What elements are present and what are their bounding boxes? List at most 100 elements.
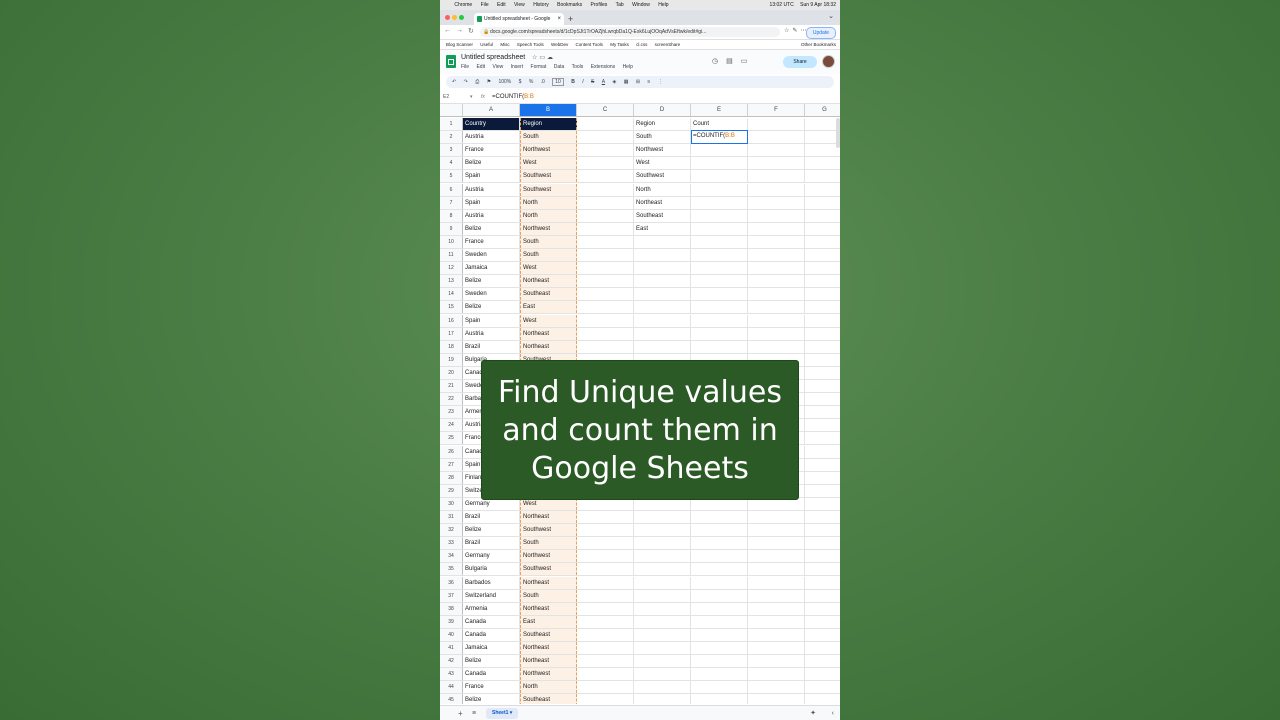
row-header[interactable]: 24 [440, 419, 463, 432]
cell-b[interactable]: South [520, 249, 577, 262]
cell-b[interactable]: Northwest [520, 222, 577, 235]
cell-e[interactable] [691, 262, 748, 275]
all-sheets-icon[interactable]: ≡ [472, 706, 476, 720]
column-header-e[interactable]: E [691, 104, 748, 116]
cell-e[interactable] [691, 183, 748, 196]
bookmark-item[interactable]: WebDev [551, 40, 568, 49]
row-header[interactable]: 21 [440, 380, 463, 393]
row-header[interactable]: 13 [440, 275, 463, 288]
cell-d[interactable] [634, 511, 691, 524]
row-header[interactable]: 32 [440, 524, 463, 537]
row-header[interactable]: 40 [440, 628, 463, 641]
cell-b[interactable]: Northeast [520, 340, 577, 353]
menubar-item-file[interactable]: File [481, 0, 489, 10]
cell-e[interactable] [691, 524, 748, 537]
cell-c[interactable] [577, 249, 634, 262]
cell-e[interactable]: Count [691, 118, 748, 131]
cell-b[interactable]: Southeast [520, 628, 577, 641]
cell-c[interactable] [577, 511, 634, 524]
cell-e[interactable] [691, 642, 748, 655]
cell-g[interactable] [805, 616, 840, 628]
cell-f[interactable] [748, 681, 805, 694]
cell-a[interactable]: Country [463, 118, 520, 131]
cell-e[interactable] [691, 249, 748, 262]
column-header-d[interactable]: D [634, 104, 691, 116]
cell-b[interactable]: Northeast [520, 327, 577, 340]
cell-g[interactable] [805, 550, 840, 562]
row-header[interactable]: 16 [440, 314, 463, 327]
cell-f[interactable] [748, 131, 805, 144]
cell-g[interactable] [805, 367, 840, 379]
cell-a[interactable]: Canada [463, 615, 520, 628]
cell-f[interactable] [748, 235, 805, 248]
cell-b[interactable]: Southwest [520, 563, 577, 576]
row-header[interactable]: 36 [440, 576, 463, 589]
cell-d[interactable] [634, 262, 691, 275]
cell-c[interactable] [577, 170, 634, 183]
cell-a[interactable]: Barbados [463, 576, 520, 589]
cell-c[interactable] [577, 655, 634, 668]
cell-d[interactable] [634, 576, 691, 589]
row-header[interactable]: 20 [440, 366, 463, 379]
cell-e[interactable] [691, 209, 748, 222]
select-all-corner[interactable] [440, 104, 463, 116]
align-icon[interactable]: ≡ [647, 76, 650, 88]
cell-f[interactable] [748, 157, 805, 170]
cell-d[interactable] [634, 602, 691, 615]
cell-b[interactable]: Northeast [520, 275, 577, 288]
bold-icon[interactable]: B [571, 76, 575, 88]
cell-b[interactable]: South [520, 131, 577, 144]
cell-a[interactable]: Belize [463, 694, 520, 704]
cell-b[interactable]: Northeast [520, 642, 577, 655]
cell-e[interactable] [691, 157, 748, 170]
bookmark-item[interactable]: My Tasks [610, 40, 629, 49]
row-header[interactable]: 38 [440, 602, 463, 615]
cell-d[interactable] [634, 340, 691, 353]
cell-e[interactable] [691, 275, 748, 288]
cell-f[interactable] [748, 511, 805, 524]
cell-d[interactable]: West [634, 157, 691, 170]
row-header[interactable]: 7 [440, 196, 463, 209]
cell-a[interactable]: Germany [463, 550, 520, 563]
collapse-icon[interactable]: ‹ [832, 706, 834, 720]
cell-g[interactable] [805, 249, 840, 261]
cell-a[interactable]: Belize [463, 222, 520, 235]
cell-a[interactable]: Belize [463, 301, 520, 314]
cell-e[interactable] [691, 668, 748, 681]
cell-b[interactable]: South [520, 589, 577, 602]
cell-c[interactable] [577, 196, 634, 209]
forward-icon[interactable]: → [456, 27, 463, 34]
menubar-item-bookmarks[interactable]: Bookmarks [557, 0, 582, 10]
cell-e[interactable] [691, 235, 748, 248]
decimal-icon[interactable]: .0 [541, 76, 545, 88]
cell-g[interactable] [805, 157, 840, 169]
menu-insert[interactable]: Insert [511, 64, 524, 70]
new-tab-icon[interactable]: + [568, 13, 573, 25]
maximize-window-icon[interactable] [459, 15, 464, 20]
add-sheet-icon[interactable]: + [458, 706, 463, 720]
row-header[interactable]: 14 [440, 288, 463, 301]
menu-file[interactable]: File [461, 64, 469, 70]
cell-c[interactable] [577, 327, 634, 340]
menubar-item-view[interactable]: View [514, 0, 525, 10]
cell-e[interactable] [691, 655, 748, 668]
cell-f[interactable] [748, 589, 805, 602]
cell-g[interactable] [805, 446, 840, 458]
cell-d[interactable] [634, 275, 691, 288]
cell-e[interactable] [691, 563, 748, 576]
cell-f[interactable] [748, 694, 805, 704]
cell-c[interactable] [577, 131, 634, 144]
reload-icon[interactable]: ↻ [468, 27, 474, 35]
row-header[interactable]: 41 [440, 642, 463, 655]
cell-d[interactable] [634, 563, 691, 576]
bookmark-item[interactable]: screenShare [655, 40, 681, 49]
row-header[interactable]: 27 [440, 458, 463, 471]
cell-a[interactable]: Brazil [463, 537, 520, 550]
cell-g[interactable] [805, 393, 840, 405]
cell-d[interactable]: Northeast [634, 196, 691, 209]
document-title[interactable]: Untitled spreadsheet [461, 54, 525, 61]
cell-f[interactable] [748, 327, 805, 340]
cell-g[interactable] [805, 459, 840, 471]
cell-a[interactable]: Belize [463, 157, 520, 170]
cell-a[interactable]: Brazil [463, 340, 520, 353]
